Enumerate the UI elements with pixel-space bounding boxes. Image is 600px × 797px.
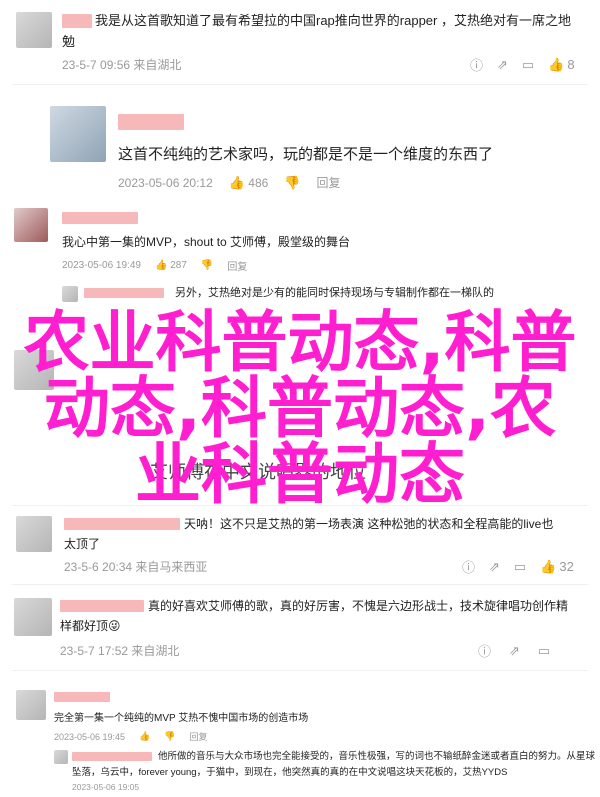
overlay-title: 农业科普动态,科普 动态,科普动态,农 业科普动态 xyxy=(0,310,600,508)
info-icon[interactable]: ⓘ xyxy=(470,55,483,74)
thumbs-up-icon[interactable]: 👍 xyxy=(139,731,150,742)
comment-text-cont: 样都好顶😜 xyxy=(60,619,121,633)
avatar[interactable] xyxy=(14,598,52,636)
comment-icon[interactable]: ▭ xyxy=(522,57,534,73)
comment-text-cont: 勉 xyxy=(62,34,76,49)
thumbs-up-icon: 👍 xyxy=(228,174,245,190)
comment-text: 我心中第一集的MVP，shout to 艾师傅，殿堂级的舞台 xyxy=(62,235,351,249)
username-blurred[interactable] xyxy=(54,692,110,702)
reply-button[interactable]: 回复 xyxy=(227,258,247,273)
like-button[interactable]: 👍 486 xyxy=(229,175,269,191)
thumbs-up-icon: 👍 xyxy=(540,558,557,574)
reply-text: 他所做的音乐与大众市场也完全能接受的，音乐性极强，写的词也不输纸醉金迷或者直白的… xyxy=(158,751,596,762)
like-button[interactable]: 👍 8 xyxy=(548,57,574,73)
reply-button[interactable]: 回复 xyxy=(317,174,341,191)
avatar[interactable] xyxy=(16,690,46,720)
comment-date: 2023-05-06 19:45 xyxy=(54,731,126,742)
comment-meta: 2023-05-06 19:49 👍 287 👎 回复 xyxy=(62,258,247,273)
comment-date: 23-5-7 17:52 来自湖北 xyxy=(60,644,180,658)
avatar[interactable] xyxy=(16,12,52,48)
comment-actions: ⓘ ⇗ ▭ 👍 32 xyxy=(462,557,574,576)
like-button[interactable]: 👍 287 xyxy=(155,260,187,271)
comment-text: 我是从这首歌知道了最有希望拉的中国rap推向世界的rapper ，艾热绝对有一席… xyxy=(95,13,571,28)
share-icon[interactable]: ⇗ xyxy=(509,643,520,659)
thumbs-down-icon[interactable]: 👎 xyxy=(284,175,300,191)
comment-meta: 23-5-7 17:52 来自湖北 xyxy=(60,642,179,659)
comment-text: 天呐！这不只是艾热的第一场表演 这种松弛的状态和全程高能的live也 xyxy=(184,517,554,531)
divider xyxy=(12,670,588,671)
overlay-title-line: 农业科普动态,科普 xyxy=(23,304,577,381)
username-blurred[interactable] xyxy=(72,752,152,761)
avatar[interactable] xyxy=(50,106,106,162)
comment-text-cont: 太顶了 xyxy=(64,537,101,551)
info-icon[interactable]: ⓘ xyxy=(462,557,475,576)
overlay-title-line: 动态,科普动态,农 xyxy=(43,370,557,447)
avatar[interactable] xyxy=(14,208,48,242)
like-button[interactable]: 👍 32 xyxy=(540,559,574,575)
overlay-title-line: 业科普动态 xyxy=(135,436,465,513)
reply-meta: 2023-05-06 19:05 xyxy=(72,782,139,792)
username-blurred[interactable] xyxy=(60,600,144,612)
comment-meta: 2023-05-06 19:45 👍 👎 回复 xyxy=(54,730,208,743)
share-icon[interactable]: ⇗ xyxy=(489,559,500,575)
info-icon[interactable]: ⓘ xyxy=(478,641,491,660)
username-blurred[interactable] xyxy=(118,114,184,130)
thumbs-down-icon[interactable]: 👎 xyxy=(164,731,175,742)
comment-item: 我心中第一集的MVP，shout to 艾师傅，殿堂级的舞台 2023-05-0… xyxy=(0,200,600,310)
comment-item: 我是从这首歌知道了最有希望拉的中国rap推向世界的rapper ，艾热绝对有一席… xyxy=(0,0,600,84)
thumbs-up-icon: 👍 xyxy=(548,56,565,72)
comment-actions: ⓘ ⇗ ▭ 👍 8 xyxy=(470,55,575,74)
username-blurred[interactable] xyxy=(64,518,180,530)
username-blurred[interactable] xyxy=(84,288,164,298)
reply-text-cont: 坠落，乌云中，forever young，于猫中，到现在，他突然真的真的在中文说… xyxy=(72,767,508,778)
comment-date: 2023-05-06 19:49 xyxy=(62,260,141,271)
avatar[interactable] xyxy=(16,516,52,552)
comment-icon[interactable]: ▭ xyxy=(538,643,550,659)
comment-meta: 23-5-6 20:34 来自马来西亚 xyxy=(64,558,207,575)
divider xyxy=(12,584,588,585)
reply-button[interactable]: 回复 xyxy=(190,730,208,743)
thumbs-down-icon[interactable]: 👎 xyxy=(201,260,213,271)
comment-item: 这首不纯纯的艺术家吗，玩的都是不是一个维度的东西了 2023-05-06 20:… xyxy=(0,90,600,200)
reply-text: 另外，艾热绝对是少有的能同时保持现场与专辑制作都在一梯队的 xyxy=(175,287,494,299)
share-icon[interactable]: ⇗ xyxy=(497,57,508,73)
reply-date: 2023-05-06 19:05 xyxy=(72,782,140,792)
comment-date: 23-5-7 09:56 来自湖北 xyxy=(62,58,182,72)
username-blurred[interactable] xyxy=(62,14,92,28)
avatar[interactable] xyxy=(62,286,78,302)
comment-actions: ⓘ ⇗ ▭ xyxy=(478,641,550,660)
comment-meta: 23-5-7 09:56 来自湖北 xyxy=(62,56,181,73)
comment-text: 完全第一集一个纯纯的MVP 艾热不愧中国市场的创造市场 xyxy=(54,713,309,724)
comment-text: 真的好喜欢艾师傅的歌，真的好厉害，不愧是六边形战士，技术旋律唱功创作精 xyxy=(148,599,569,613)
divider xyxy=(12,84,588,85)
comment-icon[interactable]: ▭ xyxy=(514,559,526,575)
username-blurred[interactable] xyxy=(62,212,138,224)
comment-text: 这首不纯纯的艺术家吗，玩的都是不是一个维度的东西了 xyxy=(118,146,494,163)
avatar[interactable] xyxy=(54,750,68,764)
comment-item: 天呐！这不只是艾热的第一场表演 这种松弛的状态和全程高能的live也 太顶了 2… xyxy=(0,506,600,584)
comment-item: 完全第一集一个纯纯的MVP 艾热不愧中国市场的创造市场 2023-05-06 1… xyxy=(0,672,600,797)
comment-item: 真的好喜欢艾师傅的歌，真的好厉害，不愧是六边形战士，技术旋律唱功创作精 样都好顶… xyxy=(0,586,600,666)
thumbs-up-icon: 👍 xyxy=(154,260,168,271)
comment-date: 23-5-6 20:34 来自马来西亚 xyxy=(64,560,208,574)
comment-meta: 2023-05-06 20:12 👍 486 👎 回复 xyxy=(118,174,341,191)
comment-date: 2023-05-06 20:12 xyxy=(118,175,213,190)
